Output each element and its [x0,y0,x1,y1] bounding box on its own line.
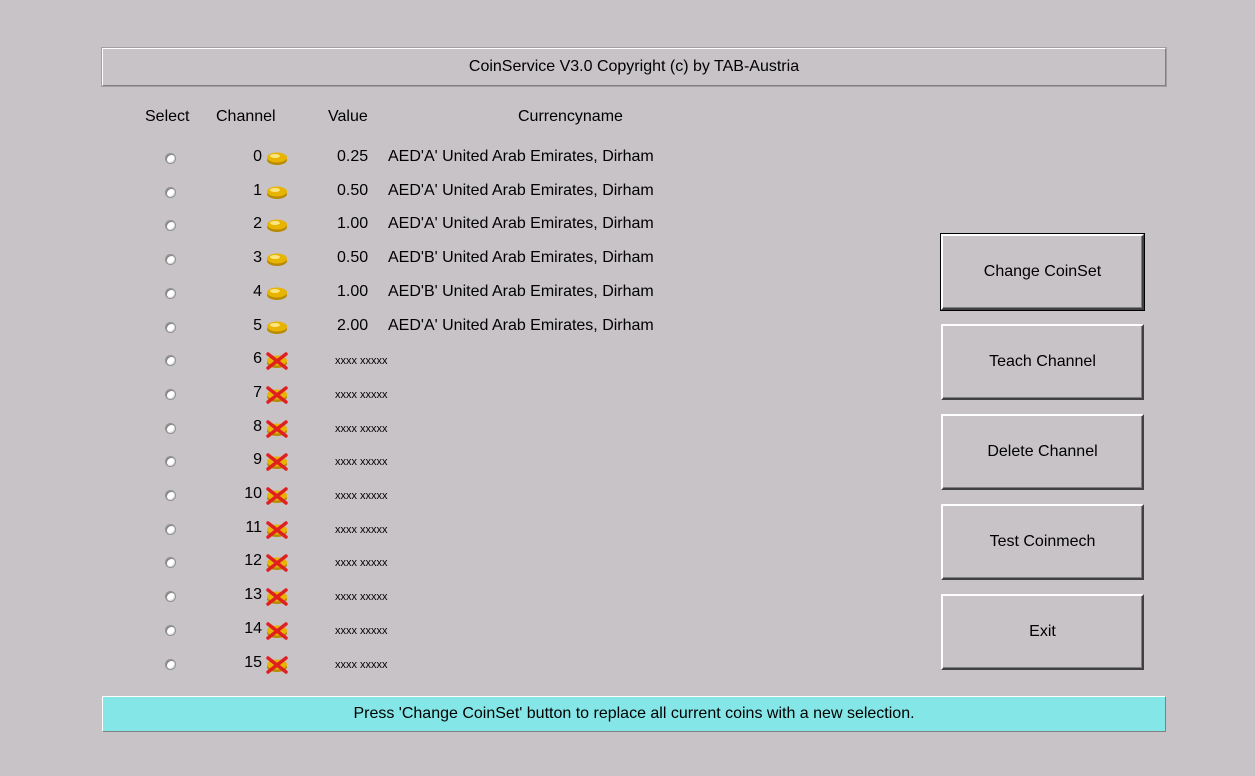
channel-number: 3 [253,249,262,267]
coin-icon [266,251,288,267]
select-radio[interactable] [165,153,176,164]
app-title-bar: CoinService V3.0 Copyright (c) by TAB-Au… [101,47,1167,87]
empty-coin-icon [266,588,288,606]
coin-value: 0.50 [337,181,369,199]
channel-number: 7 [253,383,262,401]
channel-number: 2 [253,215,262,233]
column-header-value: Value [328,108,368,125]
select-radio[interactable] [165,591,176,603]
channel-row: 10 xxxx xxxxx [0,482,900,516]
select-radio[interactable] [165,422,176,434]
column-header-currencyname: Currencyname [518,108,623,125]
channel-row: 9 xxxx xxxxx [0,448,900,482]
exit-button[interactable]: Exit [941,594,1144,670]
channel-number: 1 [253,181,262,199]
channel-row: 2 1.00 AED'A' United Arab Emirates, Dirham [0,212,900,246]
currency-name: AED'A' United Arab Emirates, Dirham [388,181,654,199]
empty-coin-icon [266,419,288,438]
channel-number: 6 [253,350,262,368]
select-radio[interactable] [165,523,176,535]
channel-number: 0 [253,148,262,165]
channel-row: 15 xxxx xxxxx [0,651,900,685]
currency-name: AED'A' United Arab Emirates, Dirham [388,215,654,233]
channel-number: 9 [253,451,262,469]
empty-channel-placeholder: xxxx xxxxx [335,456,388,469]
empty-coin-icon [266,386,288,404]
coin-icon [266,150,288,166]
empty-channel-placeholder: xxxx xxxxx [335,658,388,671]
empty-channel-placeholder: xxxx xxxxx [335,490,388,502]
teach-channel-button[interactable]: Teach Channel [941,324,1144,400]
channel-row: 0 0.25 AED'A' United Arab Emirates, Dirham [0,145,900,179]
app-title: CoinService V3.0 Copyright (c) by TAB-Au… [468,58,800,75]
channel-number: 4 [253,282,262,300]
empty-channel-placeholder: xxxx xxxxx [335,523,388,536]
coin-value: 0.25 [337,148,369,165]
status-bar: Press 'Change CoinSet' button to replace… [102,696,1166,732]
channel-number: 15 [244,653,262,671]
select-radio[interactable] [165,321,176,333]
channel-number: 5 [253,316,262,334]
channel-row: 6 xxxx xxxxx [0,347,900,381]
coin-value: 0.50 [337,249,369,267]
coin-value: 1.00 [337,215,369,233]
select-radio[interactable] [165,557,176,569]
channel-row: 1 0.50 AED'A' United Arab Emirates, Dirham [0,179,900,213]
select-radio[interactable] [165,388,176,400]
channel-row: 11 xxxx xxxxx [0,516,900,550]
select-radio[interactable] [165,287,176,299]
coin-icon [266,184,288,200]
channel-number: 10 [244,485,262,502]
select-radio[interactable] [165,624,176,636]
empty-channel-placeholder: xxxx xxxxx [335,355,388,368]
empty-coin-icon [266,520,288,539]
empty-coin-icon [266,487,288,505]
empty-channel-placeholder: xxxx xxxxx [335,422,388,435]
coin-icon [266,217,288,233]
channel-row: 8 xxxx xxxxx [0,415,900,449]
channel-number: 12 [244,552,262,570]
empty-channel-placeholder: xxxx xxxxx [335,624,388,637]
column-header-channel: Channel [216,108,276,125]
currency-name: AED'A' United Arab Emirates, Dirham [388,316,654,334]
empty-coin-icon [266,655,288,674]
select-radio[interactable] [165,254,176,266]
empty-channel-placeholder: xxxx xxxxx [335,388,388,401]
empty-coin-icon [266,453,288,472]
select-radio[interactable] [165,355,176,367]
channel-row: 13 xxxx xxxxx [0,583,900,617]
empty-coin-icon [266,554,288,573]
coin-value: 2.00 [337,316,369,334]
currency-name: AED'B' United Arab Emirates, Dirham [388,282,654,300]
delete-channel-button[interactable]: Delete Channel [941,414,1144,490]
channel-row: 7 xxxx xxxxx [0,381,900,415]
empty-coin-icon [266,622,288,640]
empty-coin-icon [266,352,288,370]
channel-number: 8 [253,417,262,435]
coin-icon [266,319,288,335]
test-coinmech-button[interactable]: Test Coinmech [941,504,1144,580]
channel-row: 4 1.00 AED'B' United Arab Emirates, Dirham [0,280,900,314]
currency-name: AED'B' United Arab Emirates, Dirham [388,249,654,267]
channel-row: 12 xxxx xxxxx [0,549,900,583]
channel-number: 11 [245,518,262,536]
channel-row: 5 2.00 AED'A' United Arab Emirates, Dirham [0,314,900,348]
channel-number: 13 [244,586,262,604]
status-message: Press 'Change CoinSet' button to replace… [353,705,915,722]
select-radio[interactable] [165,490,176,501]
coin-value: 1.00 [337,282,369,300]
select-radio[interactable] [165,220,176,232]
select-radio[interactable] [165,186,176,198]
select-radio[interactable] [165,456,176,468]
empty-channel-placeholder: xxxx xxxxx [335,557,388,570]
channel-row: 3 0.50 AED'B' United Arab Emirates, Dirham [0,246,900,280]
change-coinset-button[interactable]: Change CoinSet [940,233,1145,311]
column-header-select: Select [145,108,190,125]
empty-channel-placeholder: xxxx xxxxx [335,591,388,604]
currency-name: AED'A' United Arab Emirates, Dirham [388,148,654,165]
select-radio[interactable] [165,658,176,670]
channel-row: 14 xxxx xxxxx [0,617,900,651]
channel-number: 14 [244,619,262,637]
coin-icon [266,285,288,301]
